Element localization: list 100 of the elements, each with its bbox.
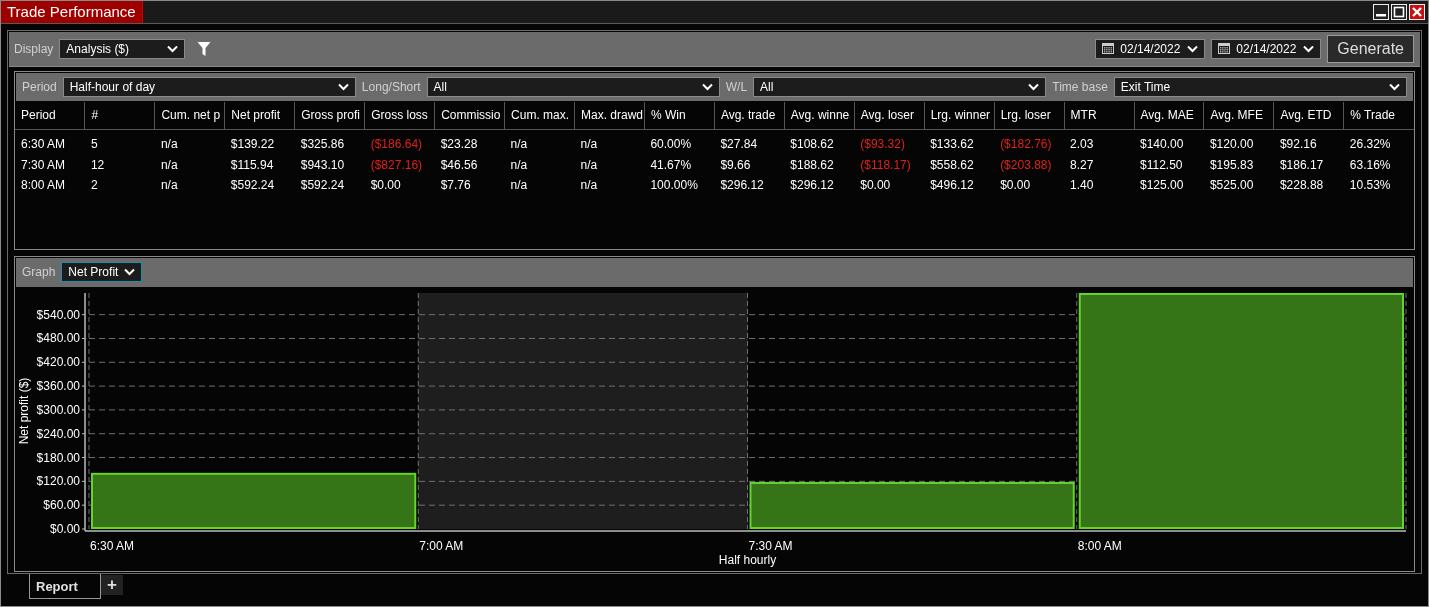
- table-cell-text: ($827.16): [369, 156, 424, 174]
- column-header[interactable]: Avg. trade: [714, 101, 785, 130]
- close-icon[interactable]: [1409, 4, 1425, 20]
- add-tab-button[interactable]: +: [101, 575, 123, 595]
- filter-dropdown[interactable]: All: [426, 76, 720, 97]
- tick-label: $360.00: [36, 378, 80, 393]
- column-header[interactable]: Net profit: [224, 101, 295, 130]
- column-header[interactable]: Cum. max.: [504, 101, 575, 130]
- column-header[interactable]: Period: [15, 101, 85, 130]
- table-cell: $92.16: [1273, 129, 1344, 155]
- filter-label: Time base: [1052, 79, 1108, 94]
- table-cell-text: $0.00: [369, 177, 402, 195]
- table-cell: n/a: [154, 129, 225, 155]
- column-header[interactable]: Avg. ETD: [1273, 101, 1344, 130]
- column-header[interactable]: Max. drawd: [574, 101, 645, 130]
- table-cell: n/a: [504, 129, 575, 155]
- table-cell: $133.62: [924, 129, 995, 155]
- table-cell-text: 1.40: [1069, 177, 1095, 195]
- generate-button[interactable]: Generate: [1327, 34, 1414, 63]
- graph-dropdown[interactable]: Net Profit: [61, 262, 143, 283]
- maximize-icon[interactable]: [1391, 4, 1407, 20]
- table-cell-text: ($203.88): [999, 156, 1053, 174]
- column-header[interactable]: Commissio: [434, 101, 505, 130]
- chevron-down-icon: [1303, 44, 1315, 53]
- graph-label: Graph: [22, 265, 56, 280]
- table-cell: 2.03: [1064, 129, 1134, 155]
- table-cell: $120.00: [1203, 129, 1274, 155]
- table-cell-text: n/a: [579, 177, 599, 195]
- table-cell-text: 8:00 AM: [20, 177, 67, 195]
- chevron-down-icon: [701, 82, 713, 91]
- date-picker[interactable]: 02/14/2022: [1095, 38, 1206, 59]
- table-cell-text: n/a: [579, 156, 599, 174]
- table-cell-text: $0.00: [999, 177, 1032, 195]
- table-cell-text: $188.62: [789, 156, 835, 174]
- table-cell: 26.32%: [1343, 129, 1414, 155]
- filter-label: Long/Short: [361, 79, 421, 94]
- minimize-icon[interactable]: [1373, 4, 1389, 20]
- table-cell-text: $228.88: [1278, 177, 1325, 195]
- filter-icon[interactable]: [197, 40, 212, 57]
- table-cell-text: $112.50: [1139, 156, 1184, 174]
- chevron-down-icon: [167, 44, 179, 53]
- table-cell-text: 7:30 AM: [20, 156, 67, 174]
- table-cell-text: 41.67%: [649, 156, 693, 174]
- table-cell-text: $525.00: [1208, 177, 1255, 195]
- tick-label: 7:30 AM: [748, 538, 793, 553]
- table-cell-text: $7.76: [439, 177, 472, 195]
- chevron-down-icon: [1187, 44, 1199, 53]
- column-header[interactable]: MTR: [1064, 101, 1134, 130]
- display-dropdown[interactable]: Analysis ($): [59, 38, 186, 59]
- filter-dropdown[interactable]: All: [753, 76, 1047, 97]
- axis-title: Net profit ($): [17, 377, 31, 444]
- column-header[interactable]: Lrg. winner: [924, 101, 995, 130]
- calendar-icon: [1218, 43, 1231, 55]
- column-header[interactable]: % Trade: [1343, 101, 1414, 130]
- table-cell: ($182.76): [994, 129, 1065, 155]
- column-header[interactable]: Lrg. loser: [994, 101, 1065, 130]
- table-cell-text: $0.00: [859, 177, 892, 195]
- chevron-down-icon: [124, 268, 136, 277]
- table-cell: $108.62: [784, 129, 855, 155]
- column-header[interactable]: Avg. winne: [784, 101, 855, 130]
- table-cell: $23.28: [434, 129, 505, 155]
- tick-label: $60.00: [43, 497, 80, 512]
- column-header[interactable]: % Win: [644, 101, 715, 130]
- filter-label: W/L: [725, 79, 748, 94]
- table-cell-text: 2: [89, 177, 99, 195]
- table-cell: 6:30 AM: [15, 129, 85, 155]
- table-cell-text: $9.66: [719, 156, 752, 174]
- filter-dropdown[interactable]: Exit Time: [1113, 76, 1407, 97]
- tick-label: $420.00: [36, 354, 80, 369]
- table-cell-text: $496.12: [929, 177, 975, 195]
- column-header[interactable]: #: [84, 101, 155, 130]
- table-cell-text: $186.17: [1278, 156, 1325, 174]
- chevron-down-icon: [1028, 82, 1040, 91]
- filter-label: Period: [22, 79, 57, 94]
- table-cell-text: $943.10: [299, 156, 346, 174]
- table-cell-text: n/a: [159, 177, 179, 195]
- filter-dropdown[interactable]: Half-hour of day: [62, 76, 356, 97]
- table-cell-text: 8.27: [1069, 156, 1095, 174]
- table-cell: n/a: [574, 129, 645, 155]
- table-cell-text: $115.94: [229, 156, 275, 174]
- table-cell-text: ($118.17): [859, 156, 912, 174]
- tick-label: 8:00 AM: [1077, 538, 1122, 553]
- column-header[interactable]: Gross profi: [294, 101, 365, 130]
- column-header[interactable]: Avg. MFE: [1203, 101, 1274, 130]
- window-title: Trade Performance: [1, 1, 143, 23]
- tick-label: $240.00: [36, 426, 80, 441]
- table-cell-text: $558.62: [929, 156, 975, 174]
- column-header[interactable]: Avg. loser: [854, 101, 925, 130]
- column-header[interactable]: Avg. MAE: [1134, 101, 1204, 130]
- table-cell-text: $296.12: [789, 177, 835, 195]
- column-header[interactable]: Gross loss: [364, 101, 435, 130]
- tick-label: $180.00: [36, 450, 80, 465]
- table-cell: ($186.64): [364, 129, 435, 155]
- table-cell-text: 63.16%: [1348, 156, 1392, 174]
- table-cell-text: 100.00%: [649, 177, 699, 195]
- column-header[interactable]: Cum. net p: [154, 101, 225, 130]
- tick-label: $300.00: [36, 402, 80, 417]
- table-cell: $139.22: [224, 129, 295, 155]
- report-tab[interactable]: Report: [29, 574, 101, 599]
- date-picker[interactable]: 02/14/2022: [1211, 38, 1322, 59]
